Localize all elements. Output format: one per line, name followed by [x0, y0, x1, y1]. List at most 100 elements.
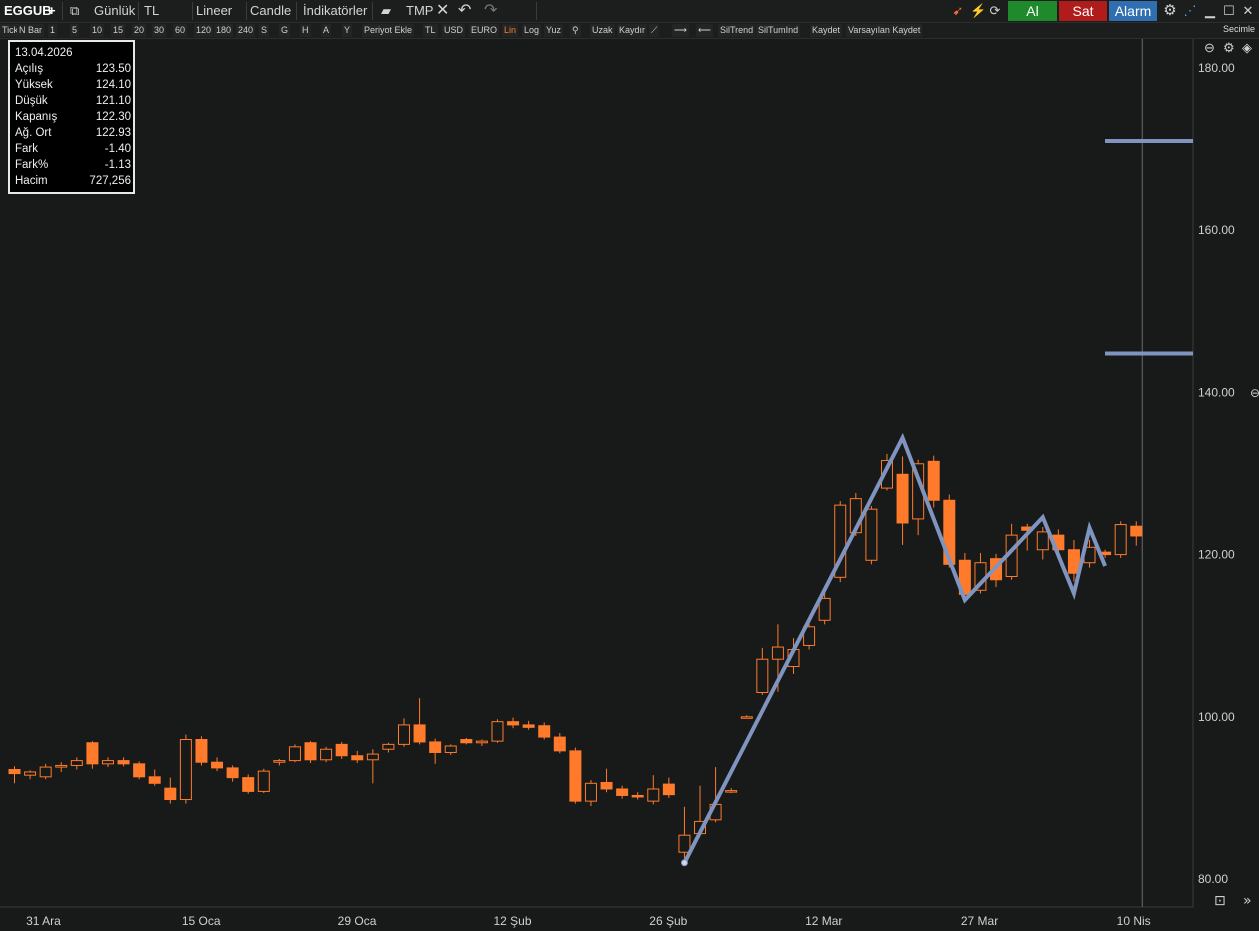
share-icon[interactable]: ⋰ [1181, 0, 1199, 22]
close-icon[interactable]: ✕ [1241, 0, 1255, 22]
toolbar2-item-uzak[interactable]: Uzak [590, 24, 615, 37]
trendline-handle[interactable] [680, 859, 688, 867]
x-tick-label: 26 Şub [649, 914, 687, 928]
toolbar2-item-240[interactable]: 240 [236, 24, 256, 37]
price-chart[interactable]: 180.00 160.00 140.00 120.00 100.00 80.00 31 Ar… [0, 39, 1259, 931]
add-symbol-button[interactable]: + [48, 0, 56, 22]
divider [372, 2, 373, 20]
period-select[interactable]: Günlük [94, 0, 135, 22]
maximize-icon[interactable]: ☐ [1222, 0, 1236, 22]
toolbar2-item-180[interactable]: 180 [214, 24, 234, 37]
info-row: Açılış 123.50 [15, 63, 131, 79]
indicators-button[interactable]: İndikatörler [303, 0, 367, 22]
delete-drawings-icon[interactable]: ✕ [436, 0, 449, 22]
candle-down [429, 741, 442, 753]
undo-icon[interactable]: ↶ [458, 0, 471, 22]
toolbar2-item-g[interactable]: G [279, 24, 291, 37]
info-label: Fark [15, 143, 38, 155]
info-row: Fark% -1.13 [15, 159, 131, 175]
toolbar2-item-varsay-lan-kaydet[interactable]: Varsayılan Kaydet [846, 24, 923, 37]
gear-icon[interactable]: ⚙ [1161, 0, 1179, 22]
candle-up [818, 597, 831, 621]
toolbar2-item-1[interactable]: 1 [48, 24, 58, 37]
ray-icon[interactable]: ⟵ [696, 24, 713, 37]
toolbar2-item-kaydet[interactable]: Kaydet [810, 24, 843, 37]
secimle-label[interactable]: Secimle [1223, 24, 1255, 34]
scale-select[interactable]: Lineer [196, 0, 232, 22]
popout-icon[interactable]: ⧉ [70, 0, 79, 22]
redo-icon[interactable]: ↷ [484, 0, 497, 22]
toolbar2-item-h[interactable]: H [300, 24, 311, 37]
info-label: Ağ. Ort [15, 127, 52, 139]
candle-down [413, 724, 426, 743]
currency-select[interactable]: TL [144, 0, 159, 22]
info-row: Düşük 121.10 [15, 95, 131, 111]
toolbar2-item-kayd-r[interactable]: Kaydır [617, 24, 648, 37]
candle-up [257, 770, 270, 792]
toolbar2-item-120[interactable]: 120 [194, 24, 214, 37]
lightning-icon[interactable]: ⚡ [970, 0, 986, 22]
toolbar2-item-usd[interactable]: USD [442, 24, 466, 37]
toolbar2-item-n-bar[interactable]: N Bar [17, 24, 45, 37]
toolbar2-item-euro[interactable]: EURO [469, 24, 500, 37]
back-icon[interactable]: ⊖ [1204, 40, 1215, 56]
candle-up [273, 760, 286, 763]
y-tick-label: 140.00 [1198, 385, 1235, 399]
candle-up [678, 834, 691, 853]
divider [246, 2, 247, 20]
buy-button[interactable]: Al [1008, 1, 1057, 21]
chart-style-select[interactable]: Candle [250, 0, 291, 22]
divider [138, 2, 139, 20]
info-value: 122.93 [95, 127, 131, 139]
screen-icon[interactable]: ⊡ [1214, 893, 1226, 909]
zigzag-trendline[interactable] [682, 432, 1107, 864]
sell-button[interactable]: Sat [1059, 1, 1107, 21]
candle-down [569, 750, 582, 802]
candle-up [491, 721, 504, 742]
candle-down [522, 724, 535, 728]
info-label: Açılış [15, 63, 44, 75]
toolbar2-item-a[interactable]: A [321, 24, 332, 37]
candle-up [444, 745, 457, 753]
chart-gear-icon[interactable]: ⚙ [1223, 40, 1235, 56]
symbol-field[interactable]: EGGUB [4, 0, 52, 22]
y-tick-label: 100.00 [1198, 710, 1235, 724]
toolbar2-item-tl[interactable]: TL [423, 24, 438, 37]
candle-up [647, 788, 660, 802]
zoom-icon[interactable]: ⚲ [570, 24, 581, 37]
toolbar2-item-30[interactable]: 30 [152, 24, 167, 37]
toolbar2-item-15[interactable]: 15 [111, 24, 126, 37]
x-tick-label: 31 Ara [26, 914, 61, 928]
toolbar2-item-yuz[interactable]: Yuz [544, 24, 564, 37]
rocket-icon[interactable]: ➹ [950, 0, 966, 22]
toolbar2-item-y[interactable]: Y [342, 24, 353, 37]
toolbar2-item-lin[interactable]: Lin [502, 24, 519, 37]
scroll-end-icon[interactable]: » [1243, 893, 1252, 909]
layers-icon[interactable]: ◈ [1242, 40, 1252, 56]
template-button[interactable]: TMP [406, 0, 433, 22]
candle-up [756, 658, 769, 693]
info-row: Kapanış 122.30 [15, 111, 131, 127]
trendline-icon[interactable]: ⟋ [649, 24, 660, 37]
arrow-line-icon[interactable]: ⟶ [672, 24, 689, 37]
toolbar2-item-siltumind[interactable]: SilTumInd [756, 24, 801, 37]
candle-up [382, 743, 395, 750]
toolbar2-item-periyot-ekle[interactable]: Periyot Ekle [362, 24, 415, 37]
candle-up [1036, 531, 1049, 551]
candle-down [600, 781, 613, 790]
candle-up [725, 790, 738, 793]
alarm-button[interactable]: Alarm [1109, 1, 1157, 21]
toolbar2-item-siltrend[interactable]: SilTrend [718, 24, 756, 37]
toolbar2-item-log[interactable]: Log [522, 24, 542, 37]
folder-icon[interactable]: ▰ [381, 0, 391, 22]
toolbar2-item-10[interactable]: 10 [90, 24, 105, 37]
scroll-right-icon[interactable]: ⊖ [1250, 386, 1259, 400]
toolbar2-item-s[interactable]: S [259, 24, 270, 37]
toolbar2-item-60[interactable]: 60 [173, 24, 188, 37]
toolbar2-item-20[interactable]: 20 [132, 24, 147, 37]
refresh-icon[interactable]: ⟳ [987, 0, 1003, 22]
minimize-icon[interactable]: ▁ [1203, 0, 1217, 22]
info-row: Fark -1.40 [15, 143, 131, 159]
info-value: -1.40 [104, 143, 131, 155]
toolbar2-item-5[interactable]: 5 [70, 24, 80, 37]
